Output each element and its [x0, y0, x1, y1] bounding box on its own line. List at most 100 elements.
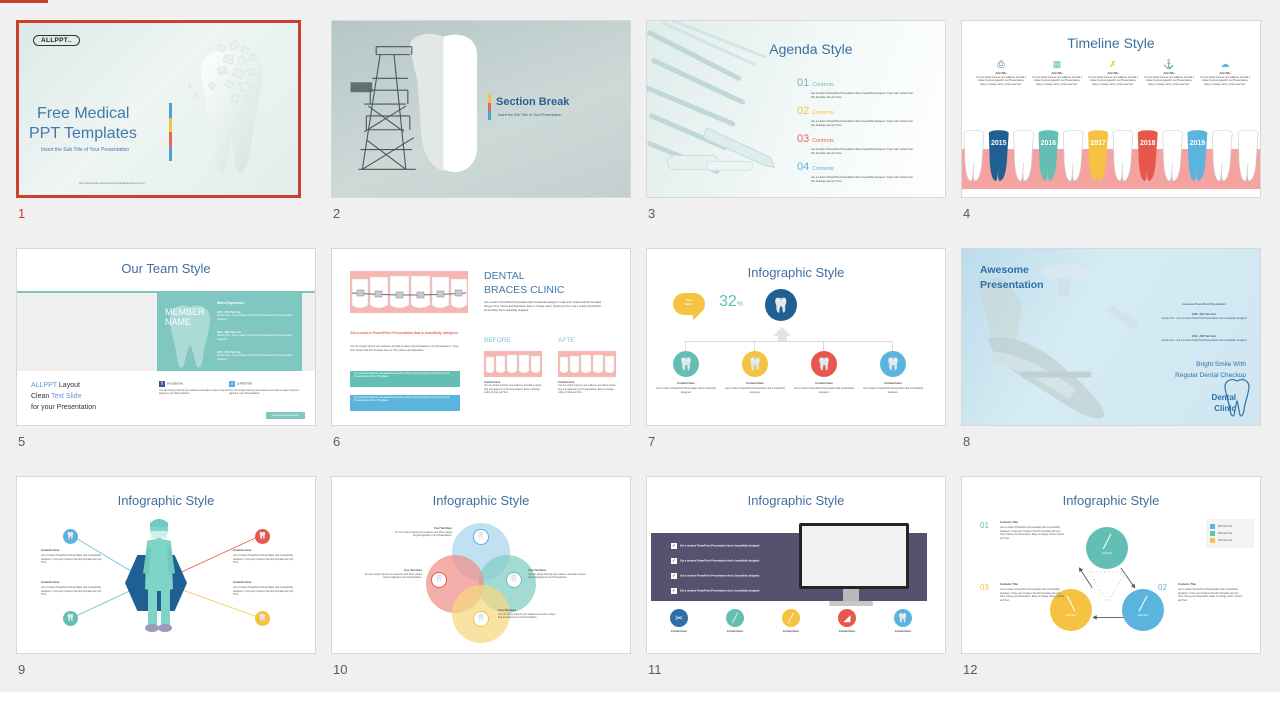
agenda-number: 04 — [797, 161, 810, 173]
info-node-4: Your Text Here You can simply impress yo… — [498, 609, 560, 621]
checklist-text: Get a modern PowerPoint Presentation tha… — [680, 589, 760, 593]
before-label: BEFORE — [484, 337, 511, 344]
slide-cell-4[interactable]: Timeline Style ⎙ Add Title You can simpl… — [961, 20, 1261, 248]
slide-thumbnail-1[interactable]: ALLPPT.. Free Medical PPT Templates Inse… — [16, 20, 301, 198]
icon-node-2: ╱ Content Here — [709, 609, 761, 633]
slide-6-title-line1: DENTAL — [484, 270, 525, 282]
slide-cell-5[interactable]: Our Team Style MEMBER NAME Work Experien… — [16, 248, 316, 476]
slide-1-title-line1: Free Medical — [37, 105, 130, 122]
allppt-logo: ALLPPT.. — [33, 35, 80, 46]
social-name: @TWITTER — [237, 381, 253, 386]
experience-body: Sample Text : Get a modern PowerPoint Pr… — [217, 314, 293, 321]
slide-8-side-heading: Awesome PowerPoint Presentation — [1182, 303, 1226, 306]
node-heading: Your Text Here — [528, 569, 547, 572]
slide-thumbnail-4[interactable]: Timeline Style ⎙ Add Title You can simpl… — [961, 20, 1261, 198]
homepage-button[interactable]: www.homepageurl.com — [266, 412, 305, 419]
node-body: You can simply impress your audience and… — [364, 573, 422, 580]
cycle-circle-2: ╱ Add Text — [1122, 589, 1164, 631]
doctor-illustration — [143, 519, 175, 632]
slide-thumbnail-5[interactable]: Our Team Style MEMBER NAME Work Experien… — [16, 248, 316, 426]
slide-thumbnail-2[interactable]: Section Break Insert the Sub Title of Yo… — [331, 20, 631, 198]
slide-thumbnail-11[interactable]: Infographic Style ✓ Get a modern PowerPoi… — [646, 476, 946, 654]
printer-icon: ⎙ — [997, 59, 1005, 69]
slide-thumbnail-3[interactable]: Agenda Style 01 Contents Get a modern Pow… — [646, 20, 946, 198]
slide-thumbnail-8[interactable]: Awesome Presentation Awesome PowerPoint … — [961, 248, 1261, 426]
before-teeth — [484, 351, 542, 377]
svg-text:2018: 2018 — [1140, 140, 1156, 147]
experience-item-1: 2010 - 2014 Text here Sample Text : Get … — [217, 311, 295, 321]
block-body: Sample Text : Get a modern PowerPoint Pr… — [1161, 316, 1247, 320]
slide-9-canvas: Infographic Style 🦷 🦷 🦷 🦷 Contents Here … — [17, 477, 315, 653]
anchor-icon: ⚓ — [1163, 59, 1175, 69]
legend: 80% Add Text 60% Add Text 40% Add Text — [1206, 519, 1254, 548]
percent-symbol: % — [736, 301, 744, 308]
bubble-line2: Here ! — [684, 302, 694, 307]
slide-thumbnail-7[interactable]: Infographic Style Text Here ! 32% 🦷 🦷 Co… — [646, 248, 946, 426]
svg-text:2016: 2016 — [1041, 140, 1057, 147]
slide-4-canvas: Timeline Style ⎙ Add Title You can simpl… — [962, 21, 1260, 197]
slide-cell-8[interactable]: Awesome Presentation Awesome PowerPoint … — [961, 248, 1261, 476]
slide-number-8: 8 — [963, 434, 971, 449]
checklist-item-2: ✓ Get a modern PowerPoint Presentation th… — [671, 558, 795, 564]
checklist-text: Get a modern PowerPoint Presentation tha… — [680, 559, 760, 563]
node-body: Get a modern PowerPoint Presentation tha… — [724, 387, 786, 394]
tooth-row-illustration: 2015 2016 2017 2018 2019 — [963, 129, 1259, 182]
timeline-column-3: ✗ Add Title You can simply impress your … — [1088, 59, 1138, 87]
social-facebook[interactable]: f FACEBOOK You can simply impress your au… — [159, 381, 229, 396]
circle-label: Add Text — [1101, 552, 1113, 555]
item-heading: Contents Title — [1000, 583, 1018, 586]
timeline-column-2: ▦ Add Title You can simply impress your … — [1032, 59, 1082, 87]
slide-number-6: 6 — [333, 434, 341, 449]
slide-cell-1[interactable]: ALLPPT.. Free Medical PPT Templates Inse… — [16, 20, 316, 248]
slide-cell-10[interactable]: Infographic Style 🦷 🦷 🦷 🦷 Your Text Here… — [331, 476, 631, 704]
tooth-icon: 🦷 — [431, 572, 447, 588]
slide-cell-3[interactable]: Agenda Style 01 Contents Get a modern Pow… — [646, 20, 946, 248]
tooth-icon: 🦷 — [473, 611, 489, 627]
slide-cell-11[interactable]: Infographic Style ✓ Get a modern PowerPoi… — [646, 476, 946, 704]
slide-8-block-1: 2008 - 2012 Text here Sample Text : Get … — [1160, 313, 1248, 320]
item-number-02: 02 — [1158, 583, 1167, 592]
member-name-line2: NAME — [165, 317, 192, 328]
social-body: You can simply impress your audience and… — [159, 389, 229, 396]
facebook-icon: f — [159, 381, 165, 387]
icon-node-5: 🦷 Content Here — [877, 609, 929, 633]
node-label: Content Here — [782, 630, 800, 633]
folder-icon: ▦ — [1052, 59, 1062, 69]
slide-thumbnail-10[interactable]: Infographic Style 🦷 🦷 🦷 🦷 Your Text Here… — [331, 476, 631, 654]
checklist-text: Get a modern PowerPoint Presentation tha… — [680, 544, 760, 548]
slide-number-12: 12 — [963, 662, 978, 677]
slide-thumbnail-6[interactable]: DENTAL BRACES CLINIC Get a modern PowerP… — [331, 248, 631, 426]
social-twitter[interactable]: t @TWITTER You can simply impress your au… — [229, 381, 299, 396]
slide-8-canvas: Awesome Presentation Awesome PowerPoint … — [962, 249, 1260, 425]
scaler-icon: ╱ — [782, 609, 800, 627]
drill-icon: ✂ — [670, 609, 688, 627]
slide-3-canvas: Agenda Style 01 Contents Get a modern Pow… — [647, 21, 945, 197]
after-caption: Content Here You can simply impress your… — [558, 381, 616, 396]
icon-node-3: ╱ Content Here — [765, 609, 817, 633]
info-node-3: Your Text Here You can simply impress yo… — [360, 569, 422, 581]
slide-thumbnail-12[interactable]: Infographic Style ╱ Add Text ╱ Add Text — [961, 476, 1261, 654]
item-text-01: Contents Title Get a modern PowerPoint P… — [1000, 521, 1066, 540]
checkbox-icon: ✓ — [671, 558, 677, 564]
layout-caption: ALLPPT Layout Clean Text Slide for your … — [31, 381, 96, 414]
accent-bar-group — [488, 94, 491, 120]
slide-cell-2[interactable]: Section Break Insert the Sub Title of Yo… — [331, 20, 631, 248]
circle-label: Add Text — [1137, 614, 1149, 617]
node-body: Get a modern PowerPoint Presentation tha… — [41, 586, 102, 597]
agenda-body: Get a modern PowerPoint Presentation tha… — [811, 176, 913, 183]
slide-number-11: 11 — [648, 662, 662, 677]
tooth-icon: 🦷 — [473, 529, 489, 545]
slide-cell-9[interactable]: Infographic Style 🦷 🦷 🦷 🦷 Contents Here … — [16, 476, 316, 704]
agenda-body: Get a modern PowerPoint Presentation tha… — [811, 120, 913, 127]
slide-cell-7[interactable]: Infographic Style Text Here ! 32% 🦷 🦷 Co… — [646, 248, 946, 476]
node-body: Get a modern PowerPoint Presentation tha… — [793, 387, 855, 394]
slide-cell-6[interactable]: DENTAL BRACES CLINIC Get a modern PowerP… — [331, 248, 631, 476]
legend-label: 80% Add Text — [1218, 526, 1233, 529]
item-text-03: Contents Title Get a modern PowerPoint P… — [1000, 583, 1066, 602]
slide-cell-12[interactable]: Infographic Style ╱ Add Text ╱ Add Text — [961, 476, 1261, 704]
slide-6-title: DENTAL BRACES CLINIC — [484, 269, 565, 297]
slide-8-title-line1: Awesome — [980, 264, 1029, 276]
slide-thumbnail-9[interactable]: Infographic Style 🦷 🦷 🦷 🦷 Contents Here … — [16, 476, 316, 654]
timeline-body: You can simply impress your audience and… — [1088, 77, 1138, 86]
probe-icon: ╱ — [726, 609, 744, 627]
